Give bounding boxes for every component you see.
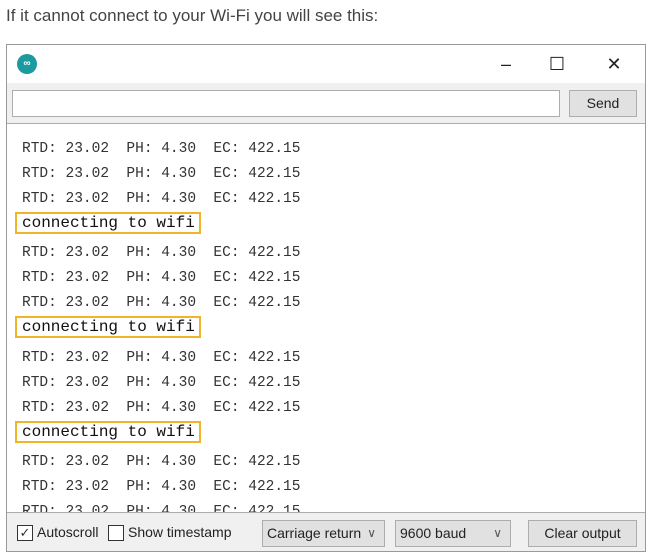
line-ending-value: Carriage return <box>267 525 362 541</box>
autoscroll-checkbox[interactable]: ✓ <box>17 525 33 541</box>
chevron-down-icon: ∨ <box>367 526 376 540</box>
highlighted-line: connecting to wifi <box>7 211 645 242</box>
autoscroll-label: Autoscroll <box>37 524 99 540</box>
output-line: RTD: 23.02 PH: 4.30 EC: 422.15 <box>22 349 301 366</box>
output-line: RTD: 23.02 PH: 4.30 EC: 422.15 <box>22 270 301 286</box>
serial-output[interactable]: RTD: 23.02 PH: 4.30 EC: 422.15 RTD: 23.02… <box>7 123 645 513</box>
output-line: RTD: 23.02 PH: 4.30 EC: 422.15 <box>22 245 301 261</box>
output-line-text: connecting to wifi <box>15 211 201 234</box>
output-line: RTD: 23.02 PH: 4.30 EC: 422.15 <box>22 504 301 513</box>
highlighted-line: connecting to wifi <box>7 316 645 346</box>
show-timestamp-checkbox[interactable] <box>108 525 124 541</box>
minimize-button[interactable]: – <box>491 51 521 77</box>
arduino-logo-icon: ∞ <box>17 54 37 74</box>
clear-output-button[interactable]: Clear output <box>528 520 637 547</box>
output-line: RTD: 23.02 PH: 4.30 EC: 422.15 <box>22 454 301 470</box>
chevron-down-icon: ∨ <box>493 526 502 540</box>
output-line: RTD: 23.02 PH: 4.30 EC: 422.15 <box>22 399 301 416</box>
output-line: RTD: 23.02 PH: 4.30 EC: 422.15 <box>22 479 301 495</box>
output-line: RTD: 23.02 PH: 4.30 EC: 422.15 <box>22 165 301 182</box>
bottom-bar: ✓ Autoscroll Show timestamp Carriage ret… <box>7 513 645 552</box>
serial-monitor-window: ∞ – ☐ ✕ Send RTD: 23.02 PH: 4.30 EC: 422… <box>6 44 646 552</box>
output-line: RTD: 23.02 PH: 4.30 EC: 422.15 <box>22 140 301 157</box>
output-line-text: connecting to wifi <box>15 316 201 338</box>
caption: If it cannot connect to your Wi-Fi you w… <box>6 6 379 25</box>
output-line: RTD: 23.02 PH: 4.30 EC: 422.15 <box>22 295 301 311</box>
serial-input[interactable] <box>12 90 560 117</box>
show-timestamp-label: Show timestamp <box>128 524 232 540</box>
close-button[interactable]: ✕ <box>599 51 629 77</box>
output-line-text: connecting to wifi <box>15 420 201 443</box>
highlighted-line: connecting to wifi <box>7 420 645 451</box>
baud-rate-value: 9600 baud <box>400 525 467 541</box>
title-bar: ∞ – ☐ ✕ <box>7 45 645 83</box>
send-button[interactable]: Send <box>569 90 637 117</box>
maximize-button[interactable]: ☐ <box>542 51 572 77</box>
output-line: RTD: 23.02 PH: 4.30 EC: 422.15 <box>22 374 301 391</box>
output-line: RTD: 23.02 PH: 4.30 EC: 422.15 <box>22 190 301 207</box>
baud-rate-select[interactable]: 9600 baud ∨ <box>395 520 511 547</box>
line-ending-select[interactable]: Carriage return ∨ <box>262 520 385 547</box>
